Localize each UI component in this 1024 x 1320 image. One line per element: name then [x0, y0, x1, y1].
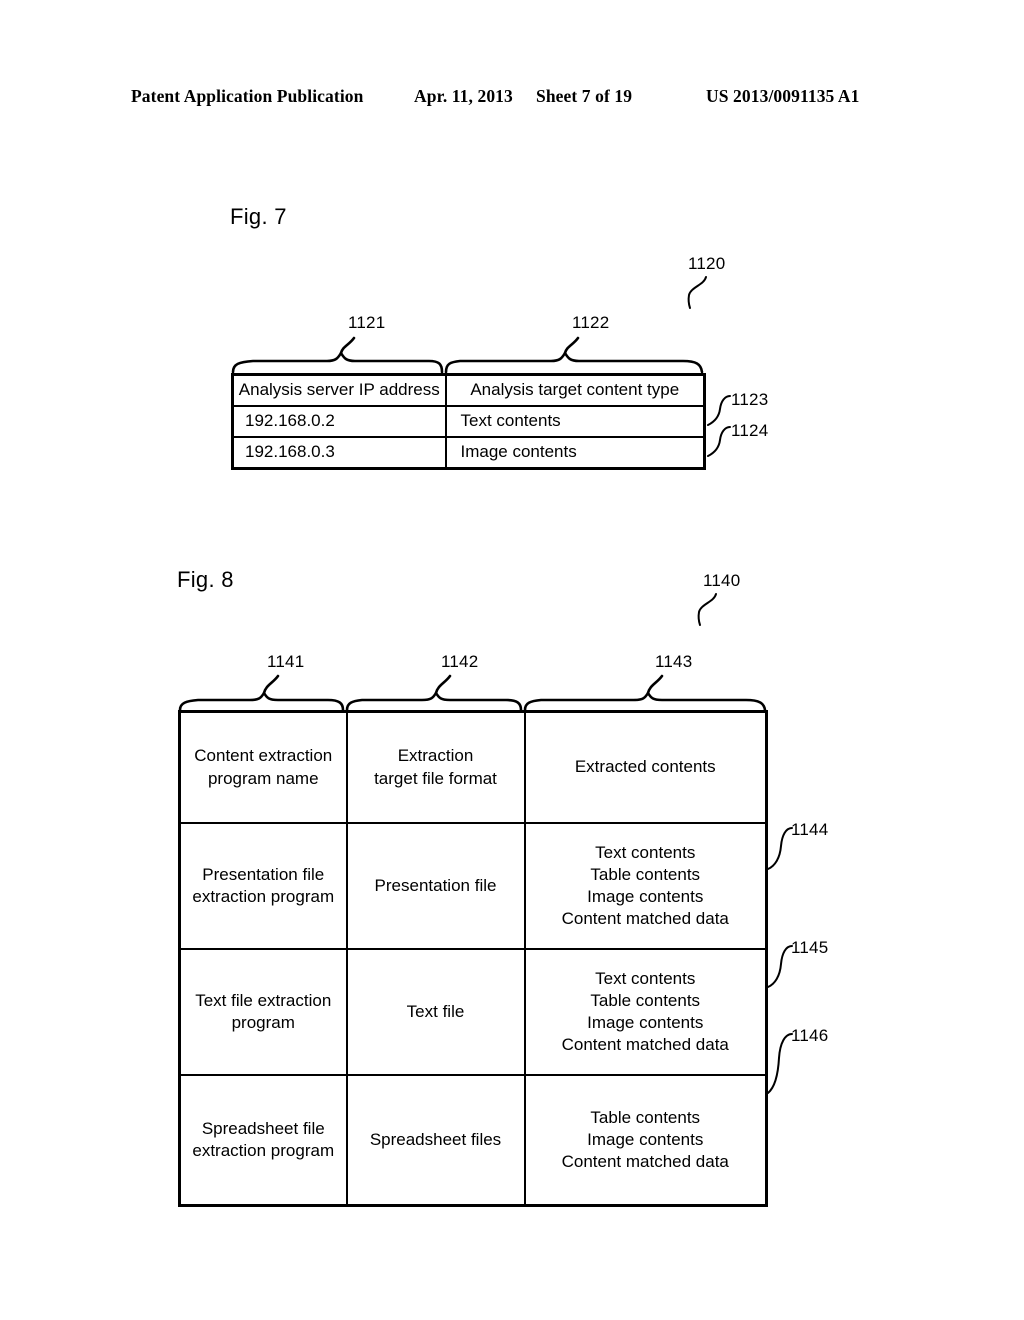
- page-header: Patent Application Publication Apr. 11, …: [0, 86, 1024, 112]
- cell-extracted-contents-3: Table contents Image contents Content ma…: [523, 1074, 768, 1207]
- table-row: 192.168.0.3 Image contents: [231, 436, 706, 470]
- column-braces-fig7: [231, 336, 704, 374]
- header-cell-extraction-target-file-format: Extraction target file format: [345, 710, 526, 824]
- ref-1142: 1142: [441, 652, 479, 671]
- leader-line-1146: [767, 1033, 793, 1094]
- header-cell-analysis-server-ip-address: Analysis server IP address: [231, 373, 447, 407]
- table-row: Spreadsheet file extraction program Spre…: [178, 1074, 768, 1207]
- table-row: Text file extraction program Text file T…: [178, 948, 768, 1076]
- cell-ip-address-2: 192.168.0.3: [231, 436, 447, 470]
- ref-1122: 1122: [572, 313, 610, 332]
- table-row-header: Analysis server IP address Analysis targ…: [231, 373, 706, 407]
- leader-line-1145: [767, 945, 793, 988]
- ref-1120: 1120: [688, 254, 726, 273]
- leader-line-1144: [767, 827, 793, 870]
- header-cell-extracted-contents: Extracted contents: [523, 710, 768, 824]
- header-cell-content-extraction-program-name: Content extraction program name: [178, 710, 348, 824]
- cell-content-type-2: Image contents: [444, 436, 706, 470]
- ref-1123: 1123: [731, 390, 769, 409]
- cell-file-format-1: Presentation file: [345, 822, 526, 950]
- figure-8-label: Fig. 8: [177, 567, 234, 592]
- leader-line-1140: [697, 593, 717, 626]
- ref-1121: 1121: [348, 313, 386, 332]
- cell-file-format-3: Spreadsheet files: [345, 1074, 526, 1207]
- cell-extracted-contents-1: Text contents Table contents Image conte…: [523, 822, 768, 950]
- table-1120: Analysis server IP address Analysis targ…: [231, 373, 706, 470]
- leader-line-1124: [707, 426, 731, 457]
- table-row: 192.168.0.2 Text contents: [231, 405, 706, 438]
- cell-extracted-contents-2: Text contents Table contents Image conte…: [523, 948, 768, 1076]
- leader-line-1120: [687, 276, 707, 309]
- cell-program-name-3: Spreadsheet file extraction program: [178, 1074, 348, 1207]
- figure-7-label: Fig. 7: [230, 204, 287, 229]
- table-1140: Content extraction program name Extracti…: [178, 710, 768, 1207]
- cell-content-type-1: Text contents: [444, 405, 706, 438]
- cell-program-name-1: Presentation file extraction program: [178, 822, 348, 950]
- ref-1143: 1143: [655, 652, 693, 671]
- ref-1140: 1140: [703, 571, 741, 590]
- ref-1124: 1124: [731, 421, 769, 440]
- header-publication-number: US 2013/0091135 A1: [706, 86, 860, 106]
- cell-file-format-2: Text file: [345, 948, 526, 1076]
- header-cell-analysis-target-content-type: Analysis target content type: [444, 373, 706, 407]
- header-sheet-text: Sheet 7 of 19: [536, 86, 633, 106]
- ref-1141: 1141: [267, 652, 305, 671]
- table-row: Presentation file extraction program Pre…: [178, 822, 768, 950]
- cell-program-name-2: Text file extraction program: [178, 948, 348, 1076]
- header-publication-text: Patent Application Publication: [131, 86, 364, 106]
- table-row-header: Content extraction program name Extracti…: [178, 710, 768, 824]
- header-date-text: Apr. 11, 2013: [414, 86, 513, 106]
- column-braces-fig8: [178, 674, 767, 712]
- cell-ip-address-1: 192.168.0.2: [231, 405, 447, 438]
